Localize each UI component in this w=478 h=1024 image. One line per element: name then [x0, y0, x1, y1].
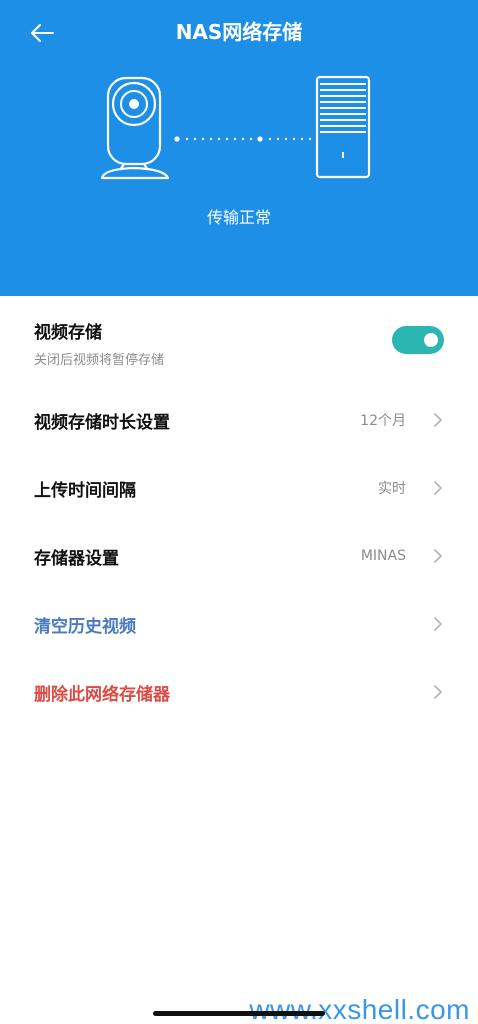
video-storage-label: 视频存储: [34, 323, 102, 343]
video-storage-row: 视频存储 关闭后视频将暂停存储: [0, 296, 478, 386]
storage-duration-row[interactable]: 视频存储时长设置 12个月: [0, 386, 478, 454]
settings-list: 视频存储 关闭后视频将暂停存储 视频存储时长设置 12个月 上传时间间隔 实时 …: [0, 296, 478, 726]
chevron-right-icon: [434, 617, 442, 631]
transfer-status: 传输正常: [206, 208, 271, 227]
storage-device-settings-label: 存储器设置: [34, 548, 119, 569]
chevron-right-icon: [434, 685, 442, 699]
camera-to-nas-illustration: [100, 75, 371, 180]
storage-duration-label: 视频存储时长设置: [34, 412, 170, 433]
chevron-right-icon: [434, 413, 442, 427]
delete-storage-row[interactable]: 删除此网络存储器: [0, 658, 478, 726]
watermark-text: www.xxshell.com: [249, 994, 470, 1024]
clear-history-row[interactable]: 清空历史视频: [0, 590, 478, 658]
connection-dots: [174, 136, 312, 142]
video-storage-subtitle: 关闭后视频将暂停存储: [34, 353, 165, 368]
chevron-right-icon: [434, 549, 442, 563]
storage-device-value: MINAS: [360, 548, 406, 564]
page-title: NAS网络存储: [175, 20, 303, 44]
home-indicator[interactable]: [153, 1011, 325, 1016]
storage-duration-value: 12个月: [360, 413, 406, 429]
clear-history-label: 清空历史视频: [34, 616, 136, 637]
upload-interval-row[interactable]: 上传时间间隔 实时: [0, 454, 478, 522]
camera-icon: [100, 76, 170, 180]
storage-device-settings-row[interactable]: 存储器设置 MINAS: [0, 522, 478, 590]
upload-interval-label: 上传时间间隔: [34, 480, 136, 501]
header: NAS网络存储 传输正常: [0, 0, 478, 296]
chevron-right-icon: [434, 481, 442, 495]
delete-storage-label: 删除此网络存储器: [34, 684, 170, 705]
toggle-knob: [424, 333, 438, 347]
upload-interval-value: 实时: [378, 481, 406, 497]
video-storage-toggle[interactable]: [392, 326, 444, 354]
nas-storage-icon: [315, 75, 371, 179]
